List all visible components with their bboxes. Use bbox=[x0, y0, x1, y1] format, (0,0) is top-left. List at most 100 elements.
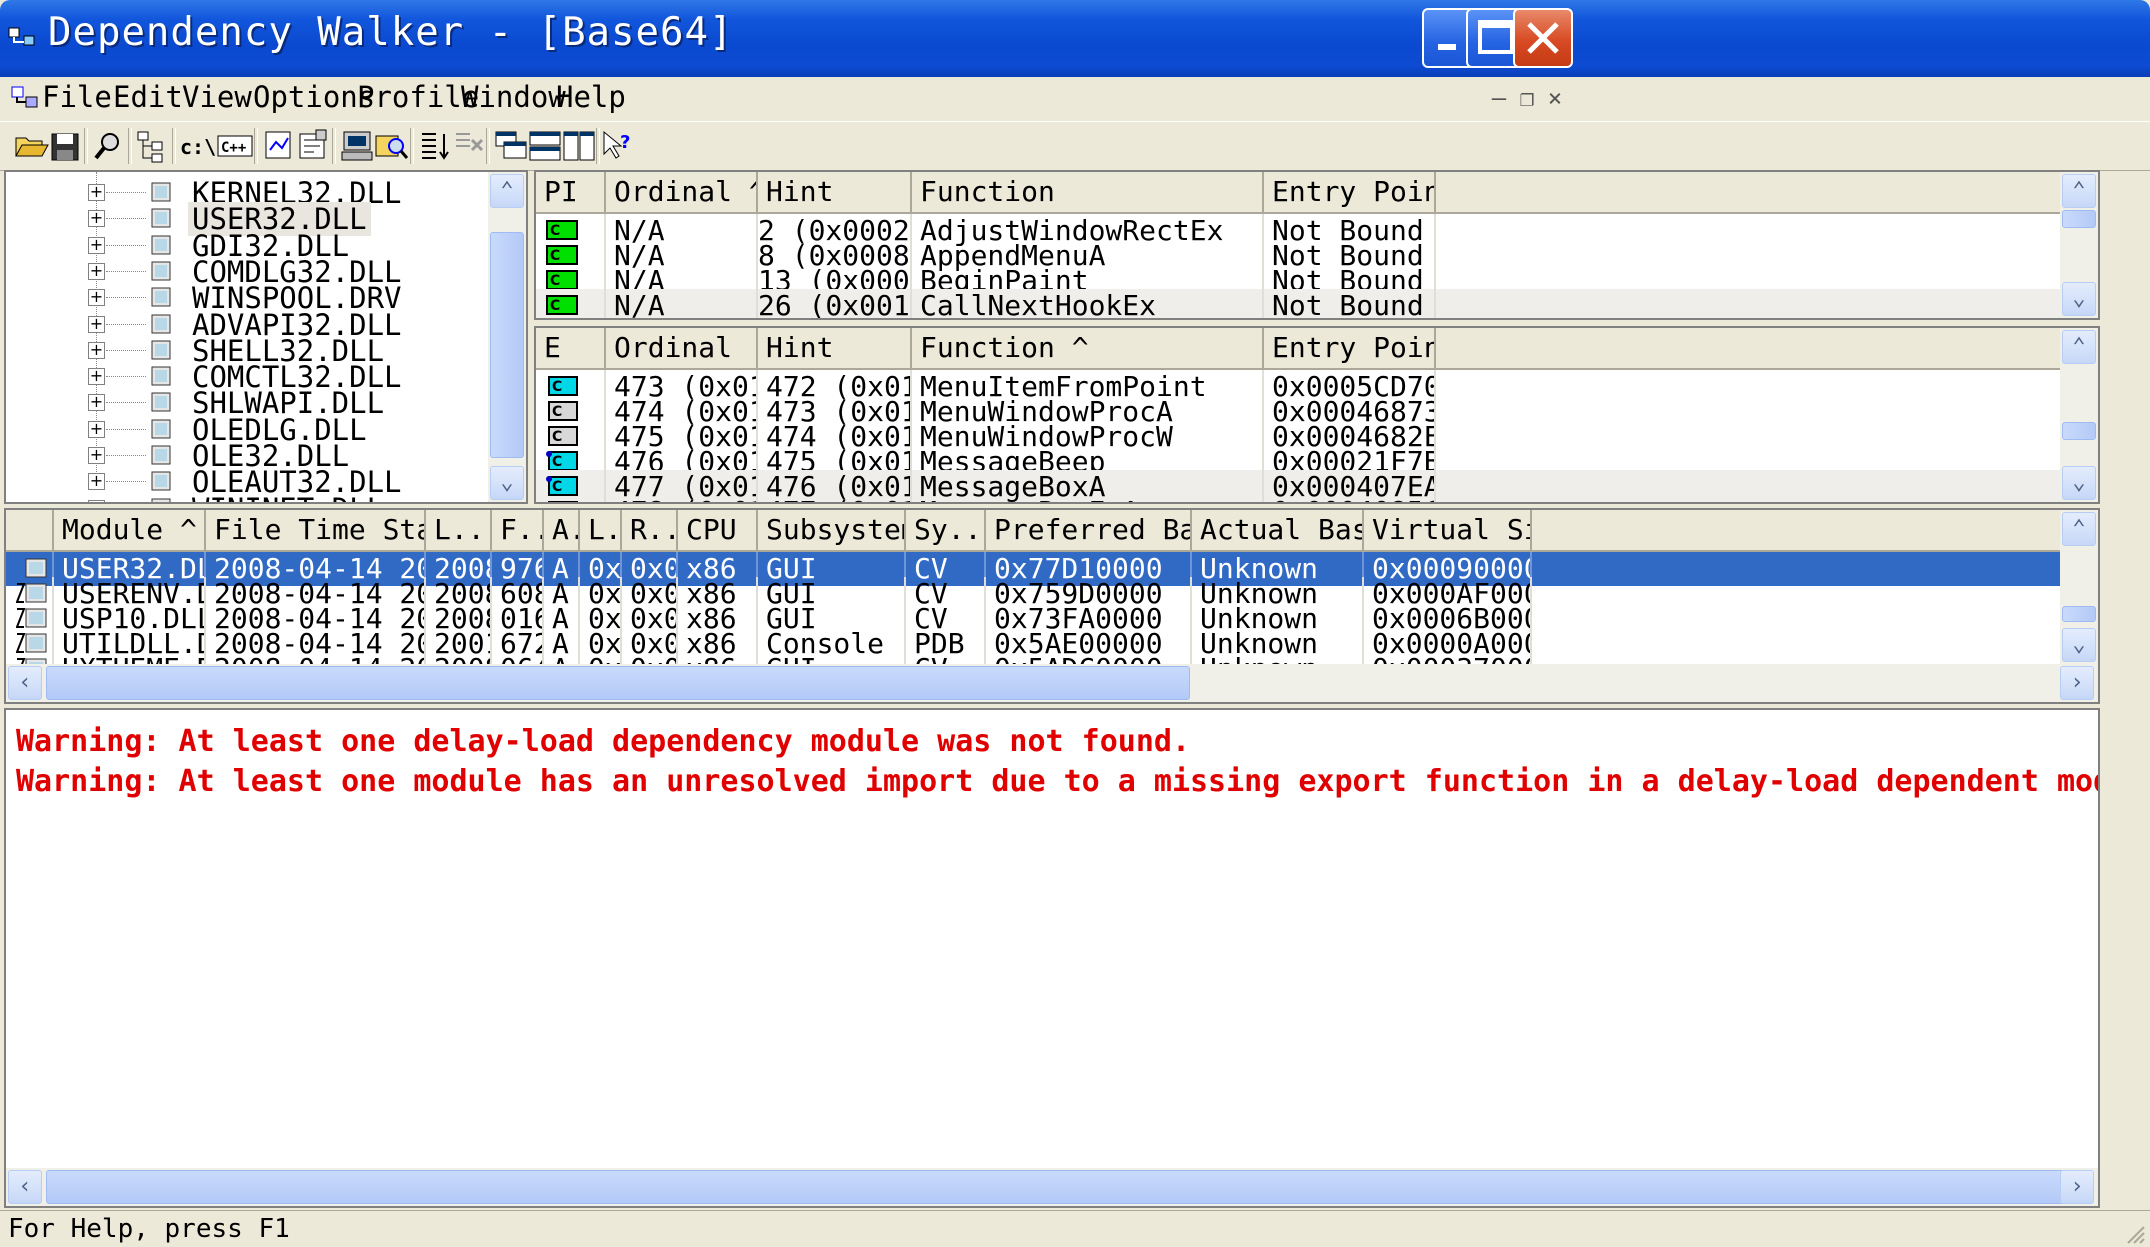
menu-file[interactable]: File bbox=[42, 80, 112, 114]
scroll-right-button[interactable]: › bbox=[2060, 1170, 2094, 1204]
open-icon[interactable] bbox=[12, 128, 50, 164]
col-header-e[interactable]: E bbox=[536, 328, 606, 368]
scroll-thumb[interactable] bbox=[46, 1170, 2066, 1204]
col-header-cpu[interactable]: CPU bbox=[678, 510, 758, 550]
col-header-subsystem[interactable]: Subsystem bbox=[758, 510, 906, 550]
context-help-icon[interactable]: ? bbox=[600, 128, 638, 164]
scroll-left-button[interactable]: ‹ bbox=[8, 666, 42, 700]
scroll-down-button[interactable]: ⌄ bbox=[2062, 282, 2096, 316]
menu-view[interactable]: View bbox=[182, 80, 252, 114]
scroll-up-button[interactable]: ⌃ bbox=[490, 174, 524, 208]
mdi-close-button[interactable]: × bbox=[1538, 83, 1572, 113]
menu-window[interactable]: Window bbox=[461, 80, 566, 114]
exports-vertical-scrollbar[interactable]: ⌃ ⌄ bbox=[2060, 328, 2098, 502]
tile-horizontal-icon[interactable] bbox=[526, 128, 564, 164]
tree-item[interactable]: + WININET.DLL bbox=[6, 490, 486, 502]
expand-icon[interactable]: + bbox=[88, 184, 105, 201]
export-row[interactable]: C 478 (0x01DE)477 (0x01DD)MessageBoxExA0x… bbox=[536, 495, 2062, 502]
properties-icon[interactable] bbox=[294, 128, 332, 164]
expand-icon[interactable]: + bbox=[88, 420, 105, 438]
full-paths-icon[interactable]: c:\ bbox=[178, 128, 216, 164]
scroll-thumb[interactable] bbox=[2062, 210, 2096, 228]
scroll-down-button[interactable]: ⌄ bbox=[2062, 466, 2096, 500]
expand-icon[interactable]: + bbox=[88, 236, 105, 254]
col-header-module[interactable]: Module ^ bbox=[54, 510, 206, 550]
col-header-hint[interactable]: Hint bbox=[758, 172, 912, 212]
expand-icon[interactable]: + bbox=[88, 473, 105, 491]
col-header-symbols[interactable]: Sy... bbox=[906, 510, 986, 550]
export-hint-cell: 477 (0x01DD) bbox=[758, 495, 912, 502]
expand-icon[interactable]: + bbox=[88, 499, 105, 502]
scroll-thumb[interactable] bbox=[490, 232, 524, 458]
scroll-thumb[interactable] bbox=[2062, 606, 2096, 622]
scroll-up-button[interactable]: ⌃ bbox=[2062, 330, 2096, 364]
system-info-icon[interactable] bbox=[338, 128, 376, 164]
scroll-up-button[interactable]: ⌃ bbox=[2062, 512, 2096, 546]
col-header-function[interactable]: Function bbox=[912, 172, 1264, 212]
close-button[interactable] bbox=[1513, 8, 1573, 68]
expand-icon[interactable]: + bbox=[88, 210, 105, 228]
resize-grip-icon[interactable] bbox=[2122, 1221, 2146, 1245]
auto-expand-icon[interactable] bbox=[416, 128, 454, 164]
menu-help[interactable]: Help bbox=[556, 80, 626, 114]
col-header-ordinal[interactable]: Ordinal bbox=[606, 328, 758, 368]
view-modules-icon[interactable] bbox=[260, 128, 298, 164]
svg-text:C: C bbox=[552, 404, 562, 420]
col-header-link-time[interactable]: L... bbox=[426, 510, 492, 550]
find-icon[interactable] bbox=[90, 128, 128, 164]
expand-icon[interactable]: + bbox=[88, 368, 105, 386]
exports-list[interactable]: E Ordinal Hint Function ^ Entry Point C 4… bbox=[534, 326, 2100, 504]
svg-text:c:\: c:\ bbox=[180, 135, 216, 159]
collapse-all-icon[interactable] bbox=[450, 128, 488, 164]
undecorate-cpp-icon[interactable]: C++ bbox=[216, 128, 254, 164]
col-header-pi[interactable]: PI bbox=[536, 172, 606, 212]
col-header-file-time-stamp[interactable]: File Time Stamp bbox=[206, 510, 426, 550]
title-bar[interactable]: Dependency Walker - [Base64] bbox=[0, 0, 2150, 77]
module-list[interactable]: Module ^ File Time Stamp L... F... A... … bbox=[4, 508, 2100, 704]
col-header-icon[interactable] bbox=[6, 510, 54, 550]
col-header-file-size[interactable]: F... bbox=[492, 510, 544, 550]
scroll-down-button[interactable]: ⌄ bbox=[490, 466, 524, 500]
col-header-ordinal[interactable]: Ordinal ^ bbox=[606, 172, 758, 212]
log-view[interactable]: Warning: At least one delay-load depende… bbox=[4, 708, 2100, 1208]
scroll-right-button[interactable]: › bbox=[2060, 666, 2094, 700]
tree-vertical-scrollbar[interactable]: ⌃ ⌄ bbox=[488, 172, 526, 502]
expand-icon[interactable]: + bbox=[88, 394, 105, 412]
scroll-down-button[interactable]: ⌄ bbox=[2062, 628, 2096, 662]
import-row[interactable]: CN/A27 (0x001B)CallWindowProcANot Bound bbox=[536, 314, 2062, 318]
scroll-left-button[interactable]: ‹ bbox=[8, 1170, 42, 1204]
col-header-attributes[interactable]: A... bbox=[544, 510, 580, 550]
save-icon[interactable] bbox=[46, 128, 84, 164]
col-header-entry-point[interactable]: Entry Point bbox=[1264, 172, 1436, 212]
copy-tree-icon[interactable] bbox=[134, 128, 172, 164]
expand-icon[interactable]: + bbox=[88, 315, 105, 333]
col-header-link-checksum[interactable]: L... bbox=[580, 510, 622, 550]
col-header-preferred-base[interactable]: Preferred Base bbox=[986, 510, 1192, 550]
scroll-thumb[interactable] bbox=[2062, 422, 2096, 440]
col-header-function[interactable]: Function ^ bbox=[912, 328, 1264, 368]
expand-icon[interactable]: + bbox=[88, 341, 105, 359]
tile-vertical-icon[interactable] bbox=[560, 128, 598, 164]
col-header-entry-point[interactable]: Entry Point bbox=[1264, 328, 1436, 368]
modules-horizontal-scrollbar[interactable]: ‹ › bbox=[6, 664, 2098, 702]
menu-edit[interactable]: Edit bbox=[113, 80, 183, 114]
expand-icon[interactable]: + bbox=[88, 262, 105, 280]
col-header-actual-base[interactable]: Actual Base bbox=[1192, 510, 1364, 550]
module-dependency-tree[interactable]: + KERNEL32.DLL + USER32.DLL + GDI32.DLL + COMDL… bbox=[4, 170, 528, 504]
imports-vertical-scrollbar[interactable]: ⌃ ⌄ bbox=[2060, 172, 2098, 318]
scroll-thumb[interactable] bbox=[46, 666, 1190, 700]
log-horizontal-scrollbar[interactable]: ‹ › bbox=[6, 1168, 2098, 1206]
cascade-icon[interactable] bbox=[492, 128, 530, 164]
col-header-virtual-size[interactable]: Virtual Size bbox=[1364, 510, 1532, 550]
document-window-icon[interactable] bbox=[10, 85, 42, 111]
scroll-up-button[interactable]: ⌃ bbox=[2062, 174, 2096, 208]
col-header-hint[interactable]: Hint bbox=[758, 328, 912, 368]
modules-vertical-scrollbar[interactable]: ⌃ ⌄ bbox=[2060, 510, 2098, 664]
expand-icon[interactable]: + bbox=[88, 447, 105, 464]
expand-icon[interactable]: + bbox=[88, 289, 105, 307]
col-header-real-checksum[interactable]: R... bbox=[622, 510, 678, 550]
parent-imports-list[interactable]: PI Ordinal ^ Hint Function Entry Point C… bbox=[534, 170, 2100, 320]
tree-connector bbox=[106, 297, 146, 299]
configure-search-icon[interactable] bbox=[372, 128, 410, 164]
pi-cell: C bbox=[536, 314, 606, 318]
